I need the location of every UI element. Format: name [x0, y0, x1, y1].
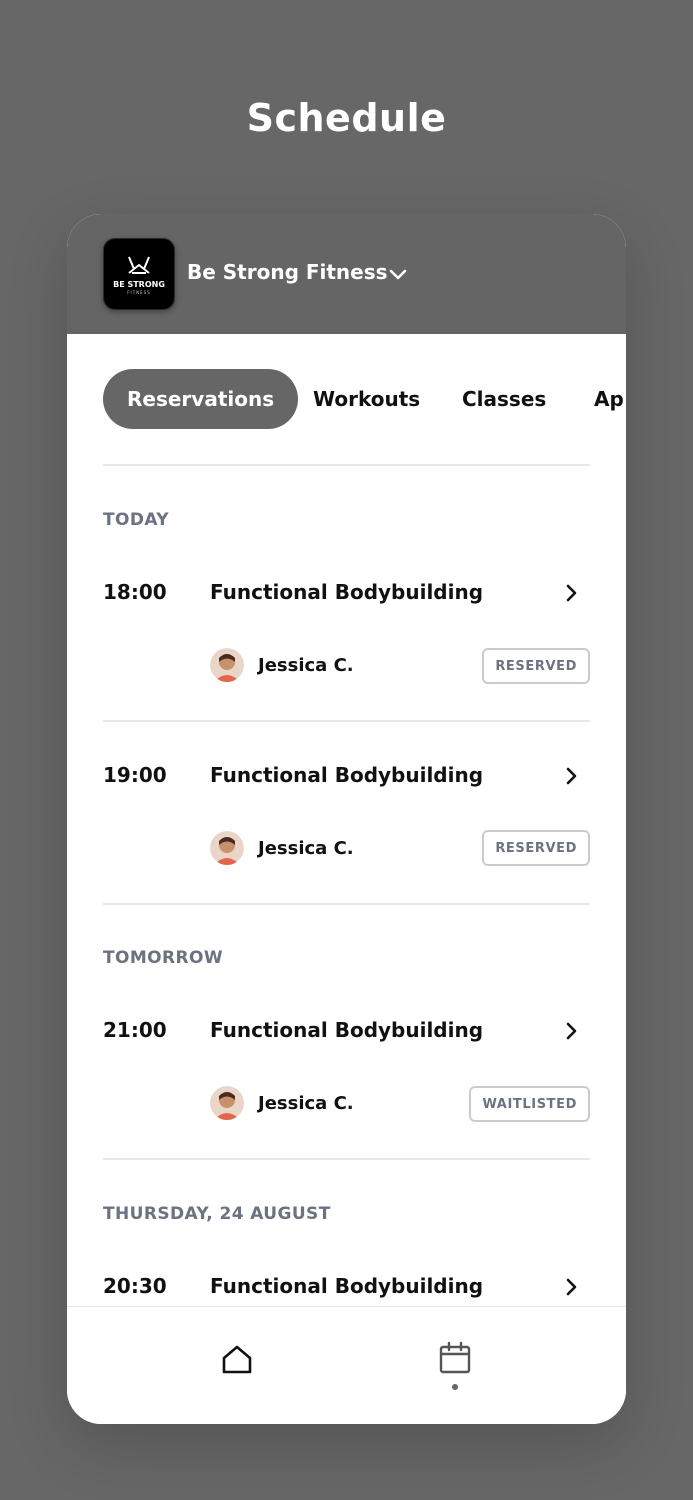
tab-bar: Reservations Workouts Classes Ap [103, 369, 626, 429]
chevron-right-icon[interactable] [561, 582, 583, 604]
class-time: 19:00 [103, 763, 167, 787]
status-badge: WAITLISTED [469, 1086, 590, 1122]
avatar [210, 648, 244, 682]
section-label-thursday: THURSDAY, 24 AUGUST [103, 1204, 331, 1224]
class-time: 21:00 [103, 1018, 167, 1042]
logo-subtext: FITNESS [127, 290, 151, 295]
gym-name[interactable]: Be Strong Fitness [187, 260, 388, 284]
class-name[interactable]: Functional Bodybuilding [210, 1274, 483, 1298]
class-name[interactable]: Functional Bodybuilding [210, 1018, 483, 1042]
divider [103, 903, 590, 905]
coach-name: Jessica C. [258, 1093, 354, 1114]
divider [103, 464, 590, 466]
section-label-tomorrow: TOMORROW [103, 948, 224, 968]
coach-name: Jessica C. [258, 838, 354, 859]
avatar [210, 831, 244, 865]
page-title: Schedule [246, 96, 447, 140]
coach-name: Jessica C. [258, 655, 354, 676]
divider [103, 720, 590, 722]
gym-logo: BE STRONG FITNESS [103, 238, 175, 310]
tab-workouts[interactable]: Workouts [313, 369, 420, 429]
status-badge: RESERVED [482, 830, 590, 866]
class-time: 18:00 [103, 580, 167, 604]
avatar [210, 1086, 244, 1120]
class-time: 20:30 [103, 1274, 167, 1298]
chevron-down-icon[interactable] [387, 264, 409, 286]
app-card: BE STRONG FITNESS Be Strong Fitness Rese… [67, 214, 626, 1424]
bottom-nav [67, 1306, 626, 1424]
chevron-right-icon[interactable] [561, 765, 583, 787]
chevron-right-icon[interactable] [561, 1020, 583, 1042]
class-name[interactable]: Functional Bodybuilding [210, 580, 483, 604]
section-label-today: TODAY [103, 510, 169, 530]
status-badge: RESERVED [482, 648, 590, 684]
tab-reservations[interactable]: Reservations [103, 369, 299, 429]
calendar-icon[interactable] [438, 1341, 472, 1375]
logo-text: BE STRONG [113, 280, 165, 289]
chevron-right-icon[interactable] [561, 1276, 583, 1298]
gym-header[interactable]: BE STRONG FITNESS Be Strong Fitness [67, 214, 626, 334]
class-name[interactable]: Functional Bodybuilding [210, 763, 483, 787]
tab-apps[interactable]: Ap [594, 369, 624, 429]
home-icon[interactable] [221, 1343, 253, 1375]
schedule-content[interactable]: Reservations Workouts Classes Ap TODAY 1… [67, 334, 626, 1306]
active-indicator [452, 1384, 458, 1390]
tab-classes[interactable]: Classes [462, 369, 546, 429]
divider [103, 1158, 590, 1160]
